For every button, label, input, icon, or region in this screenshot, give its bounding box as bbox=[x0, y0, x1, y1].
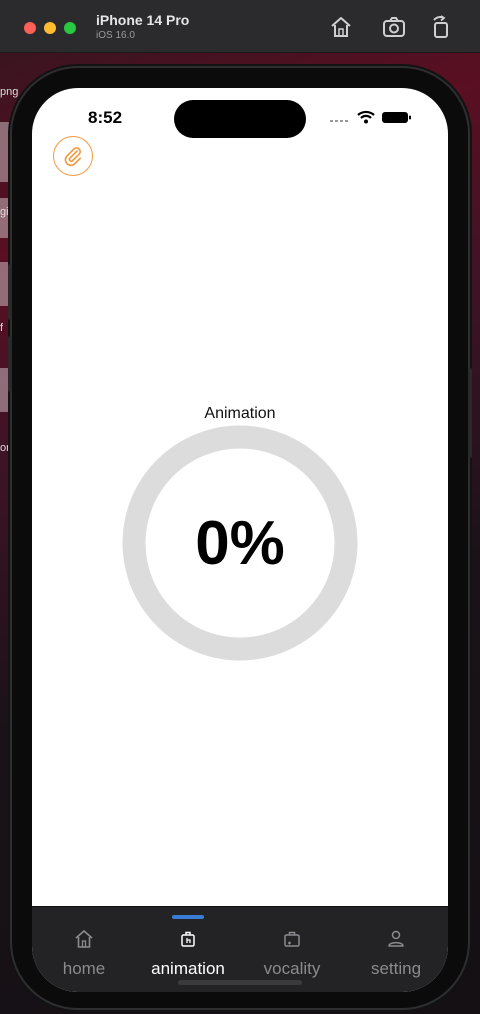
tab-label-home: home bbox=[62, 959, 106, 978]
person-icon bbox=[388, 930, 404, 947]
home-icon[interactable] bbox=[328, 15, 354, 39]
progress-label: Animation bbox=[204, 405, 276, 422]
tab-home[interactable]: home bbox=[32, 907, 136, 992]
background-text: gi bbox=[0, 206, 9, 218]
simulator-os-version: iOS 16.0 bbox=[96, 30, 135, 41]
wifi-icon bbox=[357, 110, 375, 124]
tab-label-animation: animation bbox=[151, 959, 225, 978]
tab-label-vocality: vocality bbox=[263, 959, 321, 978]
attachment-button[interactable] bbox=[53, 136, 93, 176]
app-screen: 8:52 Animation 0% home animation vocalit… bbox=[32, 88, 448, 992]
tab-label-setting: setting bbox=[370, 959, 422, 978]
background-text: f bbox=[0, 322, 4, 334]
power-button bbox=[468, 368, 472, 458]
volume-down-button bbox=[8, 336, 12, 392]
minimize-window-button[interactable] bbox=[44, 22, 56, 34]
active-tab-indicator bbox=[172, 915, 204, 919]
progress-value: 0% bbox=[195, 508, 285, 578]
home-indicator bbox=[178, 980, 302, 985]
background-window-fragment bbox=[0, 198, 12, 238]
tab-bar: home animation vocality setting bbox=[32, 906, 448, 992]
volume-up-button bbox=[8, 264, 12, 320]
signal-icon bbox=[330, 120, 348, 122]
rotate-icon[interactable] bbox=[428, 15, 454, 39]
progress-ring: 0% bbox=[122, 425, 358, 661]
dynamic-island bbox=[174, 100, 306, 138]
status-icons bbox=[330, 110, 411, 124]
tab-setting[interactable]: setting bbox=[344, 907, 448, 992]
screenshot-icon[interactable] bbox=[381, 15, 407, 39]
simulator-title-bar: iPhone 14 Pro iOS 16.0 bbox=[0, 0, 480, 53]
background-window-fragment bbox=[0, 122, 12, 182]
close-window-button[interactable] bbox=[24, 22, 36, 34]
status-time: 8:52 bbox=[88, 108, 123, 127]
suitcase-plus-icon bbox=[284, 931, 300, 947]
paperclip-icon bbox=[64, 147, 82, 167]
background-text: png bbox=[0, 86, 19, 98]
battery-icon bbox=[382, 112, 411, 123]
home-icon bbox=[75, 929, 93, 948]
simulator-device-name: iPhone 14 Pro bbox=[96, 12, 190, 28]
background-text: or bbox=[0, 442, 10, 454]
hand-pointer-icon bbox=[181, 931, 195, 947]
zoom-window-button[interactable] bbox=[64, 22, 76, 34]
